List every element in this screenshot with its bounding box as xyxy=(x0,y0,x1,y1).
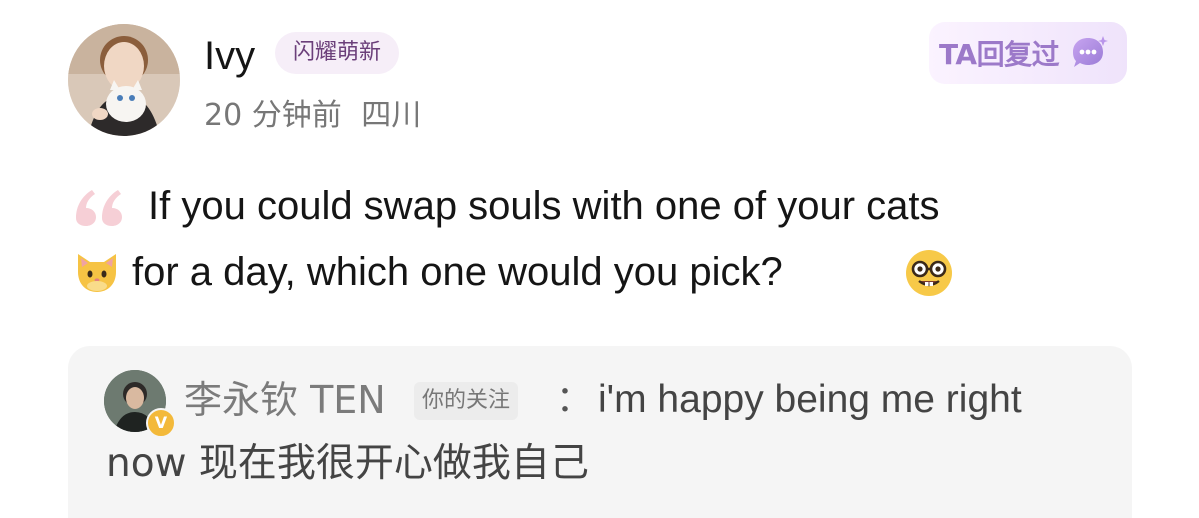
post-location: 四川 xyxy=(361,98,422,133)
replied-label: TA回复过 xyxy=(939,38,1060,71)
reply-text-line-2: now 现在我很开心做我自己 xyxy=(106,441,589,486)
verified-v-icon: V xyxy=(146,408,176,438)
reply-preview[interactable]: V 李永钦 TEN 你的关注 ： i'm happy being me righ… xyxy=(68,346,1132,518)
cat-face-icon xyxy=(78,254,116,292)
reply-text-line-1: i'm happy being me right xyxy=(598,378,1022,421)
replied-badge: TA回复过 xyxy=(929,22,1127,84)
level-badge: 闪耀萌新 xyxy=(275,32,400,74)
quote-mark-icon xyxy=(76,190,122,226)
nerd-face-icon xyxy=(906,250,952,296)
follow-tag: 你的关注 xyxy=(414,382,519,420)
author-avatar[interactable] xyxy=(68,24,180,136)
post-text-line-2: for a day, which one would you pick? xyxy=(132,250,783,294)
reply-separator: ： xyxy=(556,379,593,420)
post-card: Ivy 闪耀萌新 20 分钟前 四川 TA回复过 If you could sw… xyxy=(0,0,1199,518)
post-time: 20 分钟前 xyxy=(204,98,342,133)
post-text-line-1: If you could swap souls with one of your… xyxy=(148,184,940,228)
reply-author-name[interactable]: 李永钦 TEN xyxy=(184,374,386,426)
author-name[interactable]: Ivy xyxy=(204,32,255,80)
post-meta: 20 分钟前 四川 xyxy=(204,96,421,136)
chat-bubble-icon xyxy=(1073,36,1109,67)
